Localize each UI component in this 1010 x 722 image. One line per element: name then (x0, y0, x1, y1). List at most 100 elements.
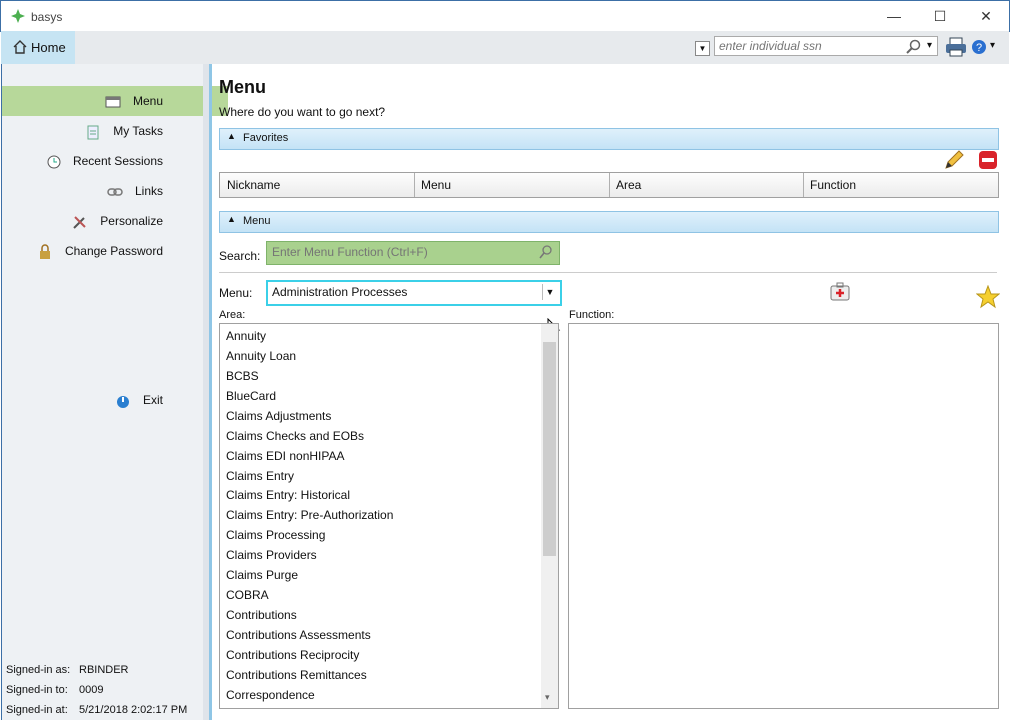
menu-label: Menu: (219, 286, 253, 300)
signed-in-at-value: 5/21/2018 2:02:17 PM (79, 704, 188, 716)
home-icon (13, 40, 27, 54)
basys-logo-icon (11, 9, 25, 23)
list-item[interactable]: Claims Providers (226, 545, 317, 565)
list-item[interactable]: BlueCard (226, 386, 276, 406)
signed-in-to-label: Signed-in to: (6, 684, 68, 696)
sidebar-item-personalize[interactable]: Personalize (20, 206, 163, 236)
column-divider (803, 173, 804, 197)
list-item[interactable]: Annuity (226, 326, 266, 346)
remove-favorite-icon[interactable] (978, 150, 998, 170)
function-label: Function: (569, 309, 615, 321)
sidebar-item-change-password[interactable]: Change Password (20, 236, 163, 266)
sidebar-item-recent-sessions[interactable]: Recent Sessions (20, 146, 163, 176)
ssn-search-input[interactable] (714, 36, 938, 56)
exit-button[interactable]: Exit (20, 385, 163, 415)
star-favorite-icon[interactable] (976, 285, 1000, 309)
favorites-header[interactable]: ▲ Favorites (219, 128, 999, 150)
list-item[interactable]: Correspondence (226, 685, 315, 705)
area-list[interactable]: Annuity Annuity Loan BCBS BlueCard Claim… (219, 323, 559, 709)
list-item[interactable]: BCBS (226, 366, 259, 386)
signed-in-at-label: Signed-in at: (6, 704, 68, 716)
sidebar-item-label: Change Password (64, 244, 163, 258)
list-item[interactable]: Claims Entry (226, 466, 294, 486)
power-icon (116, 395, 129, 408)
tab-home[interactable]: Home (1, 31, 75, 64)
list-item[interactable]: Contributions Reciprocity (226, 645, 359, 665)
ssn-mode-dropdown[interactable]: ▼ (695, 41, 710, 56)
column-function[interactable]: Function (810, 178, 856, 192)
search-icon[interactable] (906, 39, 922, 55)
tools-icon (73, 216, 87, 229)
search-icon (539, 245, 552, 259)
list-item[interactable]: Claims Entry: Historical (226, 485, 350, 505)
list-item[interactable]: Claims Processing (226, 525, 325, 545)
menu-window-icon (105, 96, 121, 108)
favorites-header-label: Favorites (243, 132, 289, 144)
sidebar-item-label: Personalize (100, 214, 163, 228)
area-label: Area: (219, 309, 246, 321)
clipboard-icon (87, 125, 99, 140)
chevron-down-icon[interactable]: ▼ (542, 284, 557, 300)
sidebar-item-links[interactable]: Links (20, 176, 163, 206)
sidebar-item-my-tasks[interactable]: My Tasks (20, 116, 163, 146)
column-divider (414, 173, 415, 197)
minimize-button[interactable]: — (871, 1, 917, 32)
sidebar-item-label: Recent Sessions (72, 154, 163, 168)
sidebar-splitter[interactable] (203, 64, 212, 720)
app-title: basys (31, 10, 63, 24)
help-icon[interactable]: ? (971, 39, 987, 55)
function-list[interactable] (568, 323, 999, 709)
list-item[interactable]: COBRA (226, 585, 269, 605)
page-subtitle: Where do you want to go next? (219, 105, 386, 119)
clock-back-icon (47, 155, 61, 169)
menu-header[interactable]: ▲ Menu (219, 211, 999, 233)
tab-home-label: Home (31, 40, 66, 55)
sidebar-item-menu[interactable]: Menu (20, 86, 163, 116)
column-area[interactable]: Area (616, 178, 641, 192)
list-item[interactable]: Claims Purge (226, 565, 298, 585)
area-list-scrollbar[interactable]: ▾ (541, 324, 558, 708)
help-dropdown-arrow[interactable]: ▾ (990, 40, 995, 51)
column-divider (609, 173, 610, 197)
menu-header-label: Menu (243, 215, 271, 227)
printer-icon[interactable] (945, 36, 967, 58)
chain-link-icon (107, 188, 123, 196)
list-item[interactable]: Claims Entry: Pre-Authorization (226, 505, 393, 525)
menu-search-field[interactable] (266, 241, 560, 265)
list-item[interactable]: Contributions Remittances (226, 665, 367, 685)
list-item[interactable]: Contributions Assessments (226, 625, 371, 645)
scrollbar-thumb[interactable] (543, 342, 556, 556)
ssn-dropdown-arrow[interactable]: ▾ (927, 40, 932, 51)
column-nickname[interactable]: Nickname (227, 178, 280, 192)
close-button[interactable]: ✕ (963, 1, 1009, 32)
favorites-grid-header: Nickname Menu Area Function (219, 172, 999, 198)
menu-select[interactable]: Administration Processes ▼ (266, 280, 562, 306)
search-label: Search: (219, 249, 261, 263)
maximize-button[interactable]: ☐ (917, 1, 963, 32)
column-menu[interactable]: Menu (421, 178, 451, 192)
list-item[interactable]: Annuity Loan (226, 346, 296, 366)
svg-text:?: ? (976, 42, 982, 54)
lock-icon (39, 244, 50, 259)
signed-in-as-value: RBINDER (79, 664, 129, 676)
menu-selected-value: Administration Processes (272, 285, 408, 299)
sidebar-item-label: Menu (132, 94, 163, 108)
first-aid-kit-icon[interactable] (830, 282, 850, 302)
edit-pencil-icon[interactable] (944, 150, 964, 170)
sidebar-item-label: Links (134, 184, 163, 198)
signed-in-to-value: 0009 (79, 684, 104, 696)
collapse-icon: ▲ (227, 214, 236, 224)
sidebar-item-label: My Tasks (113, 124, 163, 138)
list-item[interactable]: Claims Adjustments (226, 406, 331, 426)
exit-label: Exit (142, 393, 163, 407)
list-item[interactable]: Claims Checks and EOBs (226, 426, 364, 446)
scroll-down-icon[interactable]: ▾ (545, 692, 550, 703)
list-item[interactable]: Claims EDI nonHIPAA (226, 446, 344, 466)
menu-search-input[interactable] (267, 242, 537, 262)
collapse-icon: ▲ (227, 131, 236, 141)
divider (219, 272, 997, 273)
title-bar: basys — ☐ ✕ (0, 0, 1010, 32)
page-title: Menu (219, 77, 266, 97)
list-item[interactable]: Contributions (226, 605, 297, 625)
signed-in-as-label: Signed-in as: (6, 664, 71, 676)
